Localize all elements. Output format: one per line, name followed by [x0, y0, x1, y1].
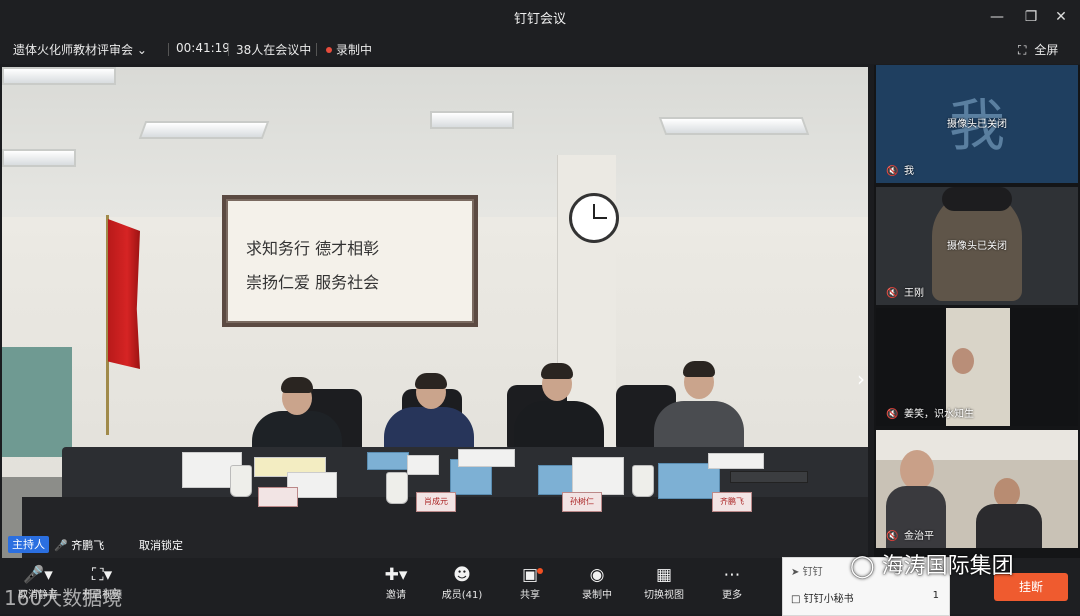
participant-name: 我 — [904, 166, 914, 177]
members-button[interactable]: ☻ 成员(41) — [434, 564, 490, 601]
ceiling-light — [658, 117, 810, 135]
restore-icon[interactable]: ❐ — [1020, 6, 1042, 28]
watermark-right: ◯ 海涛国际集团 — [850, 554, 1014, 579]
participant-name: 王刚 — [904, 288, 924, 299]
switch-view-button[interactable]: ▦ 切换视图 — [636, 564, 692, 601]
host-badge: 主持人 — [8, 536, 49, 553]
ceiling-light — [138, 121, 270, 139]
name-card: 孙树仁 — [562, 492, 602, 512]
add-user-icon: ✚▾ — [384, 565, 408, 585]
participant-tile-me[interactable]: 我 摄像头已关闭 🔇 我 — [876, 65, 1078, 183]
camera-off-label: 摄像头已关闭 — [947, 241, 1007, 252]
fullscreen-icon: ⛶ — [1018, 43, 1027, 57]
popup-item[interactable]: □ 钉钉小秘书 — [791, 590, 854, 605]
participant-name: 金治平 — [904, 531, 934, 542]
meeting-duration: 00:41:19 — [176, 41, 230, 55]
current-speaker: 🎤 齐鹏飞 — [54, 539, 105, 552]
calligraphy-plaque: 求知务行 德才相彰 崇扬仁爱 服务社会 — [222, 195, 478, 327]
share-screen-icon: ▣ — [521, 565, 539, 585]
name-card — [258, 487, 298, 507]
participant-count[interactable]: 38人在会议中 — [236, 41, 311, 58]
minimize-icon[interactable]: — — [986, 6, 1008, 28]
wall-clock — [569, 193, 619, 243]
record-dot-icon — [326, 47, 332, 53]
watermark-left: 160大数据境 — [4, 586, 123, 610]
invite-button[interactable]: ✚▾ 邀请 — [368, 564, 424, 601]
share-notification-dot — [537, 568, 543, 574]
recording-status: 录制中 — [326, 41, 372, 58]
unlock-button[interactable]: 取消锁定 — [139, 537, 183, 553]
mic-muted-icon: 🔇 — [886, 288, 899, 299]
members-icon: ☻ — [453, 565, 471, 585]
meeting-info-bar: 遗体火化师教材评审会 ⌄ 00:41:19 38人在会议中 录制中 ⛶ 全屏 — [0, 34, 1080, 64]
participant-tile[interactable]: 🔇 金治平 — [876, 430, 1078, 548]
dingtalk-logo: ➤ 钉钉 — [791, 567, 823, 578]
mic-muted-icon: 🔇 — [886, 166, 899, 177]
participant-tile[interactable]: 摄像头已关闭 🔇 王刚 — [876, 187, 1078, 305]
mic-muted-icon: 🔇 — [886, 531, 899, 542]
ceiling-light — [2, 67, 116, 85]
ceiling-light — [2, 149, 76, 167]
red-flag — [108, 219, 140, 369]
chat-icon: □ — [791, 594, 801, 605]
wechat-icon: ◯ — [850, 554, 875, 579]
share-button[interactable]: ▣ 共享 — [502, 564, 558, 601]
microphone-icon: 🎤 — [54, 539, 68, 552]
record-icon: ◉ — [589, 565, 605, 585]
cabinet — [2, 347, 72, 457]
camera-off-label: 摄像头已关闭 — [947, 119, 1007, 130]
dingtalk-icon: ➤ — [791, 567, 800, 578]
name-card: 齐鹏飞 — [712, 492, 752, 512]
more-button[interactable]: ⋯ 更多 — [704, 564, 760, 601]
meeting-name[interactable]: 遗体火化师教材评审会 ⌄ — [13, 41, 147, 58]
title-bar: 钉钉会议 — ❐ ✕ — [0, 0, 1080, 34]
mic-muted-icon: 🔇 — [886, 409, 899, 420]
name-card: 肖成元 — [416, 492, 456, 512]
chevron-right-icon[interactable]: › — [857, 367, 865, 391]
unread-count: 1 — [932, 590, 939, 601]
window-title: 钉钉会议 — [513, 12, 566, 27]
recording-button[interactable]: ◉ 录制中 — [569, 564, 625, 601]
fullscreen-button[interactable]: ⛶ 全屏 — [1018, 41, 1058, 58]
main-video[interactable]: 求知务行 德才相彰 崇扬仁爱 服务社会 肖成元 孙树仁 齐鹏飞 › — [2, 67, 868, 558]
participant-tile[interactable]: 🔇 姜笑，识水知生 — [876, 308, 1078, 426]
participant-sidebar: 我 摄像头已关闭 🔇 我 摄像头已关闭 🔇 王刚 🔇 姜笑，识水知生 🔇 金治平 — [874, 65, 1080, 558]
grid-view-icon: ▦ — [655, 565, 673, 585]
more-icon: ⋯ — [723, 565, 741, 585]
chevron-down-icon: ⌄ — [136, 43, 147, 57]
participant-name: 姜笑，识水知生 — [904, 409, 974, 420]
close-icon[interactable]: ✕ — [1050, 6, 1072, 28]
ceiling-light — [430, 111, 514, 129]
